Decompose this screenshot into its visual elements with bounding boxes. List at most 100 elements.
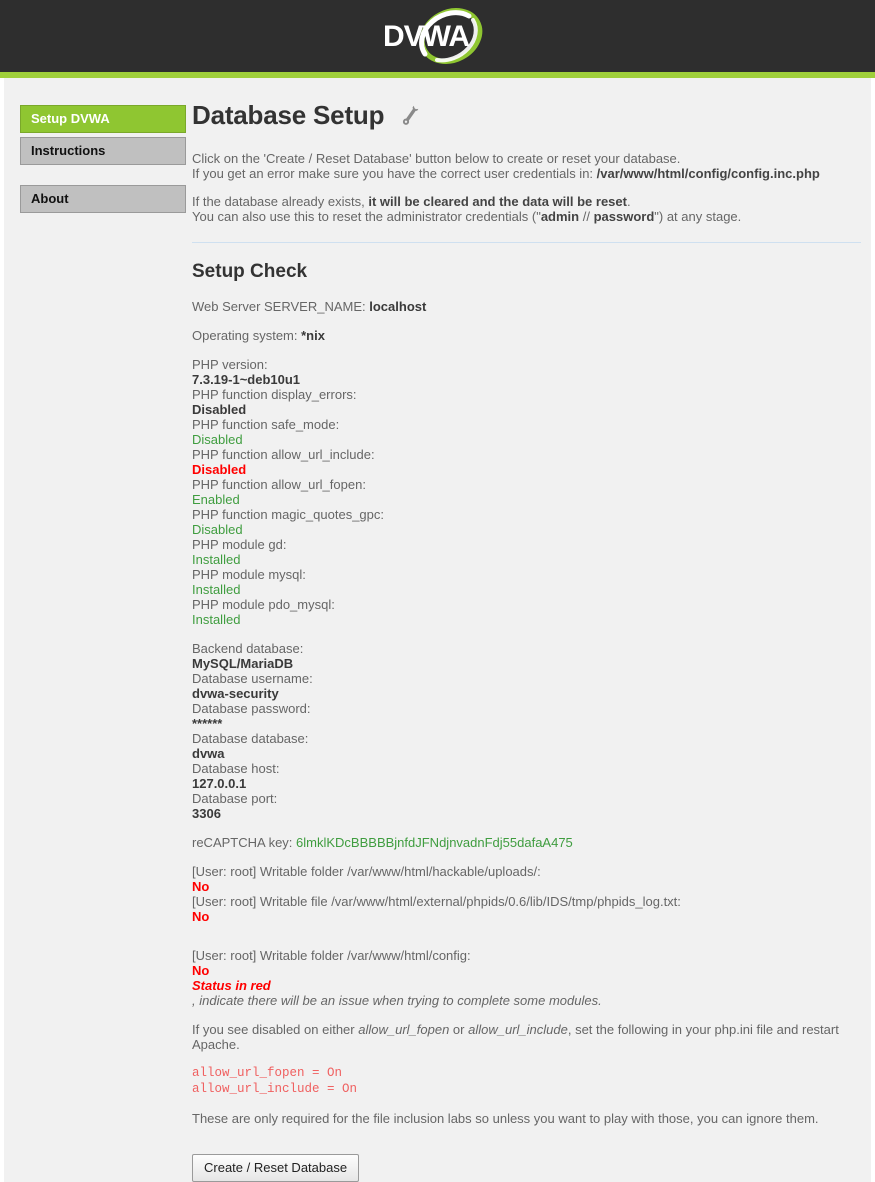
writable-check-row: [User: root] Writable folder /var/www/ht… <box>192 864 861 894</box>
php-check-value: 7.3.19-1~deb10u1 <box>192 372 301 388</box>
writable-check-label: [User: root] Writable folder /var/www/ht… <box>192 864 541 880</box>
php-check-value: Disabled <box>192 402 247 418</box>
php-check-row: PHP module gd: Installed <box>192 537 861 567</box>
config-file-path: /var/www/html/config/config.inc.php <box>596 165 820 181</box>
php-check-label: PHP version: <box>192 357 268 373</box>
config-writable-value: No <box>192 963 210 979</box>
page-title-text: Database Setup <box>192 100 385 130</box>
status-red-row: Status in red, indicate there will be an… <box>192 978 861 1008</box>
operating-system-label: Operating system: <box>192 328 302 344</box>
wrench-icon <box>399 103 421 134</box>
database-check-label: Database database: <box>192 731 309 747</box>
status-red-note: , indicate there will be an issue when t… <box>192 993 602 1009</box>
database-check-label: Database port: <box>192 791 278 807</box>
php-check-label: PHP module pdo_mysql: <box>192 597 335 613</box>
database-check-label: Database password: <box>192 701 311 717</box>
php-check-label: PHP module mysql: <box>192 567 306 583</box>
php-check-value: Disabled <box>192 432 243 448</box>
php-check-row: PHP module pdo_mysql: Installed <box>192 597 861 627</box>
writable-checks-block: [User: root] Writable folder /var/www/ht… <box>192 864 861 924</box>
php-ini-help-prefix: If you see disabled on either <box>192 1022 359 1038</box>
php-ini-code-block: allow_url_fopen = On allow_url_include =… <box>192 1066 861 1097</box>
page-container: DVWA Setup DVWA Instructions About Datab… <box>0 0 875 1182</box>
dvwa-logo: DVWA <box>373 4 503 68</box>
credential-separator: // <box>579 208 594 224</box>
sidebar-group-main: Setup DVWA Instructions <box>20 105 186 165</box>
writable-check-value: No <box>192 879 210 895</box>
php-check-value: Installed <box>192 612 241 628</box>
config-writable-label: [User: root] Writable folder /var/www/ht… <box>192 948 471 964</box>
database-check-value: ****** <box>192 716 223 732</box>
logo-wrapper: DVWA <box>0 0 875 72</box>
recaptcha-row: reCAPTCHA key: 6lmklKDcBBBBBjnfdJFNdjnva… <box>192 835 861 850</box>
intro-line-4-prefix: You can also use this to reset the admin… <box>192 208 541 224</box>
php-checks-block: PHP version: 7.3.19-1~deb10u1 PHP functi… <box>192 357 861 627</box>
php-check-row: PHP version: 7.3.19-1~deb10u1 <box>192 357 861 387</box>
database-check-label: Database username: <box>192 671 313 687</box>
config-writable-block: [User: root] Writable folder /var/www/ht… <box>192 948 861 1008</box>
intro-line-2-prefix: If you get an error make sure you have t… <box>192 165 597 181</box>
php-check-label: PHP function safe_mode: <box>192 417 340 433</box>
create-reset-database-button[interactable]: Create / Reset Database <box>192 1154 360 1182</box>
php-check-label: PHP module gd: <box>192 537 287 553</box>
php-check-value: Disabled <box>192 462 247 478</box>
php-ini-help-mid: or <box>449 1022 469 1038</box>
intro-line-4-suffix: ") at any stage. <box>654 208 742 224</box>
config-writable-row: [User: root] Writable folder /var/www/ht… <box>192 948 861 978</box>
database-check-row: Backend database: MySQL/MariaDB <box>192 641 861 671</box>
php-ini-code-line-1: allow_url_fopen = On <box>192 1066 343 1081</box>
server-name-label: Web Server SERVER_NAME: <box>192 299 370 315</box>
php-check-row: PHP function magic_quotes_gpc: Disabled <box>192 507 861 537</box>
writable-check-value: No <box>192 909 210 925</box>
recaptcha-label: reCAPTCHA key: <box>192 835 297 851</box>
operating-system-value: *nix <box>301 328 325 344</box>
php-check-row: PHP function allow_url_fopen: Enabled <box>192 477 861 507</box>
allow-url-include-name: allow_url_include <box>468 1022 568 1038</box>
sidebar-group-secondary: About <box>20 185 186 213</box>
database-check-row: Database host: 127.0.0.1 <box>192 761 861 791</box>
body-wrapper: Setup DVWA Instructions About Database S… <box>4 78 871 1182</box>
sidebar-item-about[interactable]: About <box>20 185 186 213</box>
php-check-label: PHP function allow_url_include: <box>192 447 375 463</box>
intro-paragraph-1: Click on the 'Create / Reset Database' b… <box>192 151 861 181</box>
intro-line-3-prefix: If the database already exists, <box>192 194 369 210</box>
status-red-label: Status in red <box>192 978 271 994</box>
php-check-label: PHP function magic_quotes_gpc: <box>192 507 384 523</box>
intro-line-1: Click on the 'Create / Reset Database' b… <box>192 151 681 166</box>
setup-check-heading: Setup Check <box>192 261 308 283</box>
intro-line-3-emphasis: it will be cleared and the data will be … <box>368 194 627 210</box>
php-check-row: PHP function allow_url_include: Disabled <box>192 447 861 477</box>
database-check-value: 127.0.0.1 <box>192 776 247 792</box>
allow-url-fopen-name: allow_url_fopen <box>358 1022 450 1038</box>
php-ini-footer-note: These are only required for the file inc… <box>192 1111 819 1127</box>
php-check-row: PHP function display_errors: Disabled <box>192 387 861 417</box>
sidebar-item-instructions[interactable]: Instructions <box>20 137 186 165</box>
php-check-value: Disabled <box>192 522 243 538</box>
database-check-value: MySQL/MariaDB <box>192 656 294 672</box>
php-check-value: Installed <box>192 552 241 568</box>
database-check-row: Database password: ****** <box>192 701 861 731</box>
php-ini-code-line-2: allow_url_include = On <box>192 1081 358 1096</box>
php-check-label: PHP function display_errors: <box>192 387 357 403</box>
site-header: DVWA <box>0 0 875 78</box>
database-check-label: Database host: <box>192 761 280 777</box>
default-password: password <box>593 208 655 224</box>
database-check-value: dvwa <box>192 746 225 762</box>
database-check-row: Database database: dvwa <box>192 731 861 761</box>
php-check-label: PHP function allow_url_fopen: <box>192 477 366 493</box>
database-check-row: Database port: 3306 <box>192 791 861 821</box>
page-title: Database Setup <box>192 100 861 134</box>
default-username: admin <box>540 208 580 224</box>
database-checks-block: Backend database: MySQL/MariaDB Database… <box>192 641 861 821</box>
php-check-row: PHP function safe_mode: Disabled <box>192 417 861 447</box>
database-check-label: Backend database: <box>192 641 304 657</box>
sidebar-item-setup-dvwa[interactable]: Setup DVWA <box>20 105 186 133</box>
sidebar-item-label: Setup DVWA <box>31 111 110 126</box>
section-divider <box>192 242 861 244</box>
main-content: Database Setup Click on the 'Create / Re… <box>186 78 871 1182</box>
php-check-row: PHP module mysql: Installed <box>192 567 861 597</box>
recaptcha-key-value: 6lmklKDcBBBBBjnfdJFNdjnvadnFdj55dafaA475 <box>296 835 573 851</box>
writable-check-row: [User: root] Writable file /var/www/html… <box>192 894 861 924</box>
database-check-value: 3306 <box>192 806 221 822</box>
server-name-value: localhost <box>369 299 427 315</box>
